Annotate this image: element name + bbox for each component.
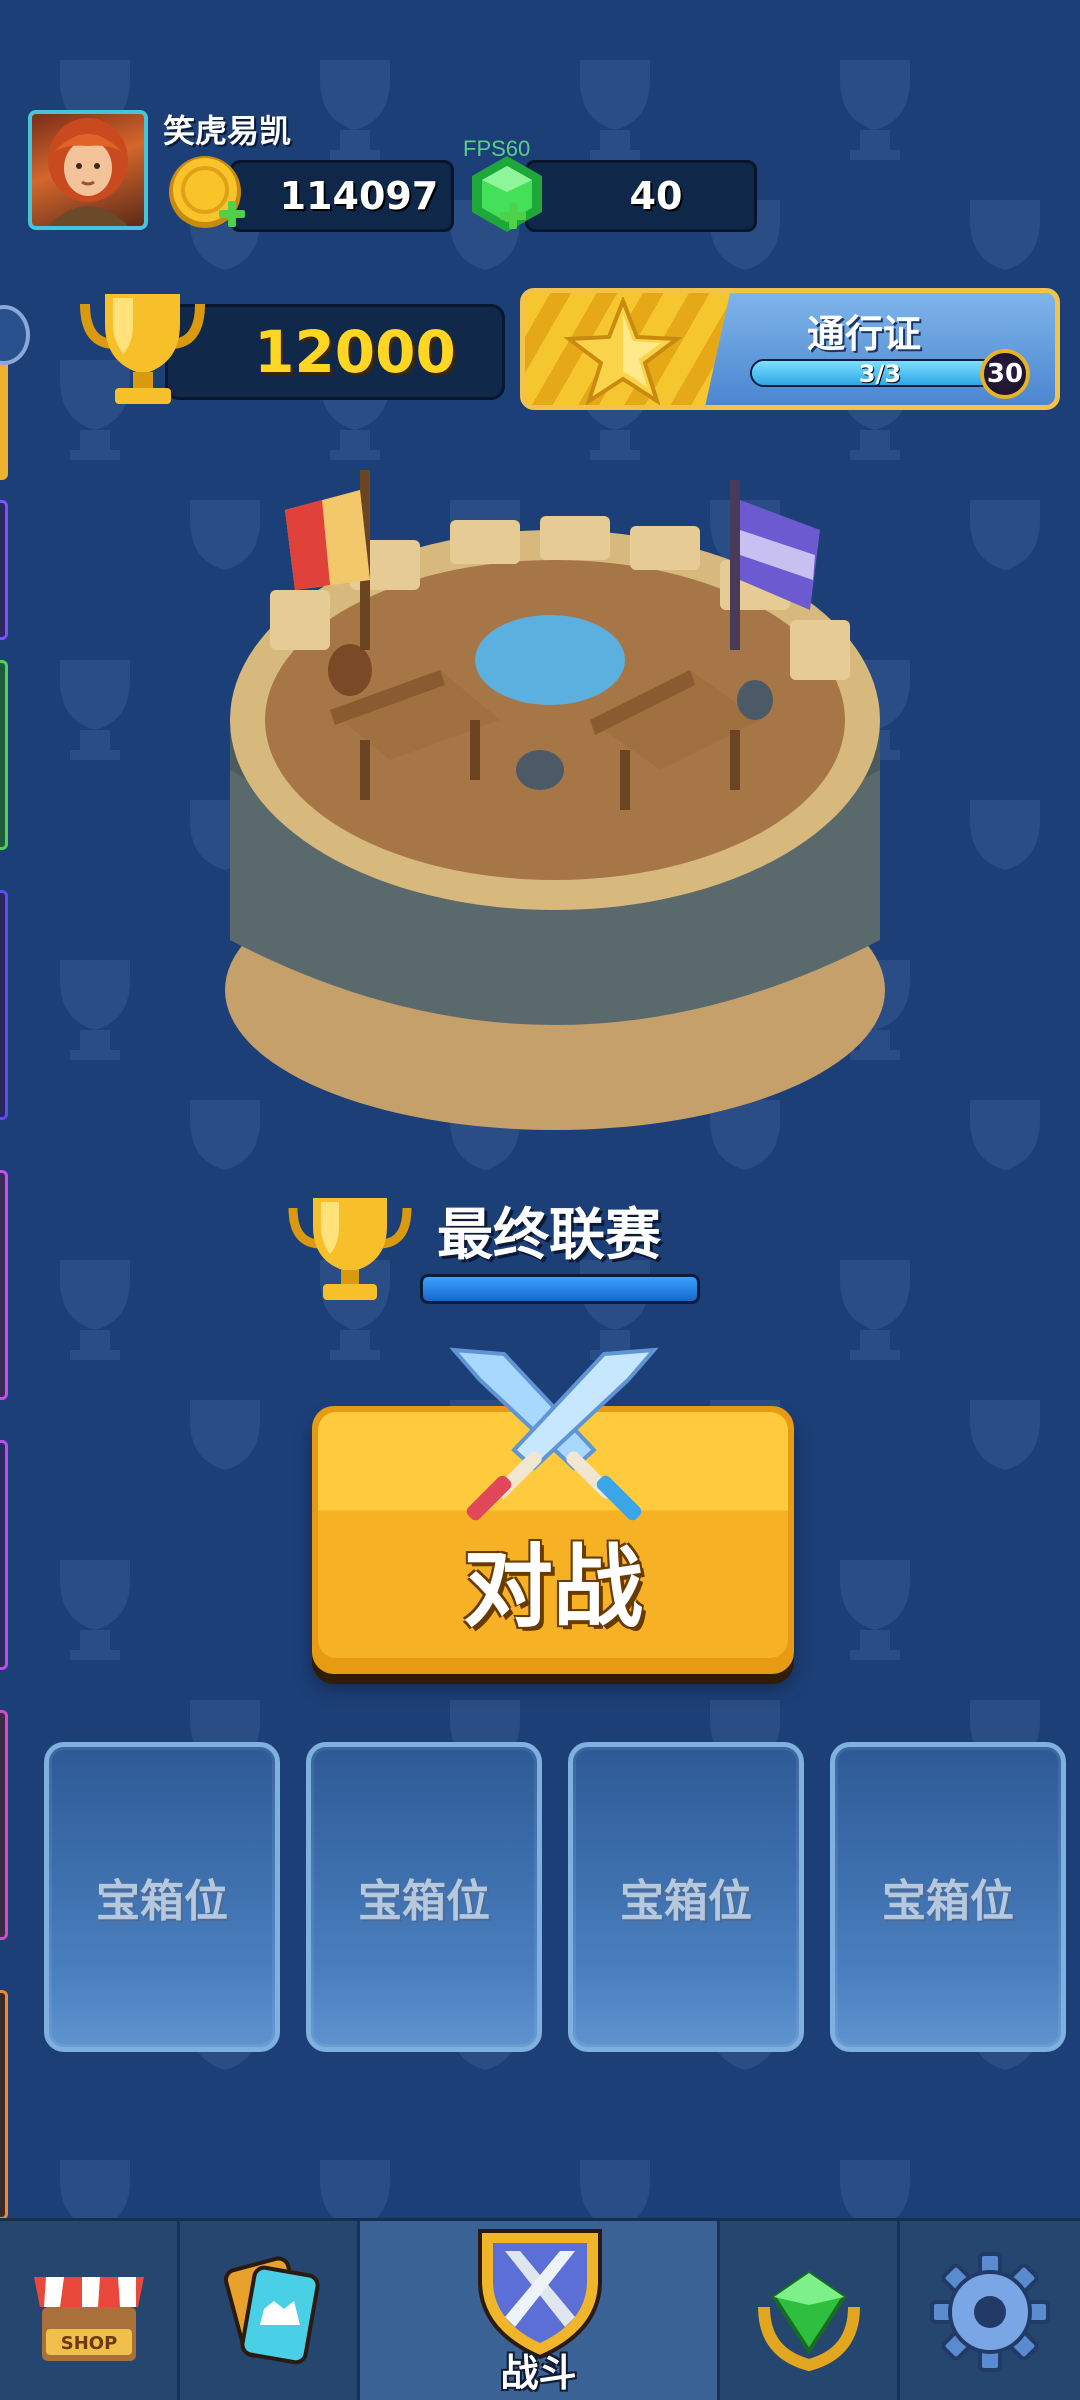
chest-slot-label: 宝箱位 — [96, 1876, 228, 1927]
chest-slot[interactable]: 宝箱位 — [830, 1742, 1066, 2052]
coin-amount: 114097 — [279, 174, 439, 218]
pass-level-badge: 30 — [980, 349, 1030, 399]
chest-slot-label: 宝箱位 — [882, 1876, 1014, 1927]
battle-pass-card[interactable]: 通行证 3/3 30 — [520, 288, 1060, 410]
side-tab[interactable] — [0, 890, 8, 1120]
nav-settings[interactable] — [900, 2221, 1080, 2400]
gem-amount: 40 — [629, 174, 683, 218]
nav-shop[interactable]: SHOP — [0, 2221, 180, 2400]
pass-title: 通行证 — [807, 312, 922, 356]
side-tab[interactable] — [0, 1170, 8, 1400]
side-tab[interactable] — [0, 1440, 8, 1670]
gem-plus-icon[interactable] — [462, 152, 552, 238]
player-name: 笑虎易凯 — [163, 112, 292, 150]
trophy-count: 12000 — [254, 318, 456, 386]
pass-progress-bar: 3/3 — [750, 359, 1010, 387]
side-tab[interactable] — [0, 500, 8, 640]
shop-icon: SHOP — [33, 2277, 144, 2361]
chest-slot[interactable]: 宝箱位 — [568, 1742, 804, 2052]
chest-slot-label: 宝箱位 — [620, 1876, 752, 1927]
nav-cards[interactable] — [180, 2221, 360, 2400]
left-edge-button[interactable] — [0, 305, 30, 365]
chest-slot[interactable]: 宝箱位 — [44, 1742, 280, 2052]
side-tab[interactable] — [0, 660, 8, 850]
crossed-swords-icon — [449, 1347, 659, 1521]
league-progress-fill — [423, 1277, 697, 1301]
coin-plus-icon[interactable] — [165, 152, 251, 238]
nav-gem[interactable] — [720, 2221, 900, 2400]
bottom-nav: SHOP 战斗 — [0, 2218, 1080, 2400]
league-name: 最终联赛 — [437, 1203, 661, 1268]
chest-slot[interactable]: 宝箱位 — [306, 1742, 542, 2052]
chest-slot-label: 宝箱位 — [358, 1876, 490, 1927]
nav-battle-label: 战斗 — [500, 2351, 577, 2395]
player-avatar[interactable] — [28, 110, 148, 230]
side-tab[interactable] — [0, 1710, 8, 1940]
gem-counter[interactable]: 40 — [525, 160, 757, 232]
arena-illustration — [225, 470, 885, 1130]
league-trophy-icon — [288, 1198, 412, 1300]
battle-shield-icon — [478, 2229, 602, 2360]
side-tab[interactable] — [0, 350, 8, 480]
cards-icon — [223, 2256, 320, 2365]
avatar-portrait — [48, 118, 128, 226]
gem-laurel-icon — [757, 2270, 860, 2372]
league-progress-bar — [420, 1274, 700, 1304]
trophy-icon — [80, 294, 205, 404]
trophy-counter[interactable]: 12000 — [165, 304, 505, 400]
shop-sign-text: SHOP — [60, 2333, 117, 2354]
gear-icon — [930, 2252, 1050, 2372]
coin-counter[interactable]: 114097 — [230, 160, 454, 232]
side-tab[interactable] — [0, 1990, 8, 2220]
star-icon — [563, 297, 683, 405]
nav-battle[interactable]: 战斗 — [360, 2221, 720, 2400]
pass-progress-text: 3/3 — [858, 360, 902, 387]
